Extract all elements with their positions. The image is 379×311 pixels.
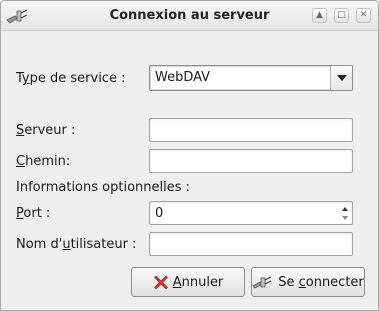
spin-up-icon[interactable] — [342, 207, 348, 211]
path-label: Chemin: — [16, 154, 71, 169]
connect-label: Se connecter — [278, 274, 364, 290]
server-label: Serveur : — [16, 123, 76, 138]
close-icon[interactable]: ✕ — [356, 8, 371, 23]
titlebar[interactable]: Connexion au serveur ▲ □ ✕ — [1, 1, 378, 31]
connect-button[interactable]: Se connecter — [251, 267, 365, 297]
cancel-label: Annuler — [172, 274, 224, 290]
path-input[interactable] — [150, 150, 352, 172]
maximize-icon[interactable]: ▲ — [312, 8, 327, 23]
port-input[interactable] — [150, 202, 352, 224]
optional-info-heading: Informations optionnelles : — [16, 180, 191, 195]
connect-to-server-dialog: Connexion au serveur ▲ □ ✕ Type de servi… — [0, 0, 379, 311]
username-input[interactable] — [150, 233, 352, 255]
username-label: Nom d'utilisateur : — [16, 237, 137, 252]
cancel-button[interactable]: Annuler — [131, 267, 245, 297]
path-field[interactable] — [149, 149, 353, 173]
server-input[interactable] — [150, 119, 352, 141]
server-field[interactable] — [149, 118, 353, 142]
username-field[interactable] — [149, 232, 353, 256]
service-type-label: Type de service : — [16, 71, 126, 86]
port-spinbox[interactable] — [149, 201, 353, 225]
service-type-select[interactable]: WebDAV — [149, 65, 353, 91]
spin-down-icon[interactable] — [342, 216, 348, 220]
cancel-x-icon — [153, 275, 168, 290]
service-type-value: WebDAV — [155, 70, 211, 85]
port-label: Port : — [16, 206, 51, 221]
restore-icon[interactable]: □ — [334, 8, 349, 23]
plug-icon — [252, 276, 272, 289]
chevron-down-icon[interactable] — [330, 66, 352, 90]
